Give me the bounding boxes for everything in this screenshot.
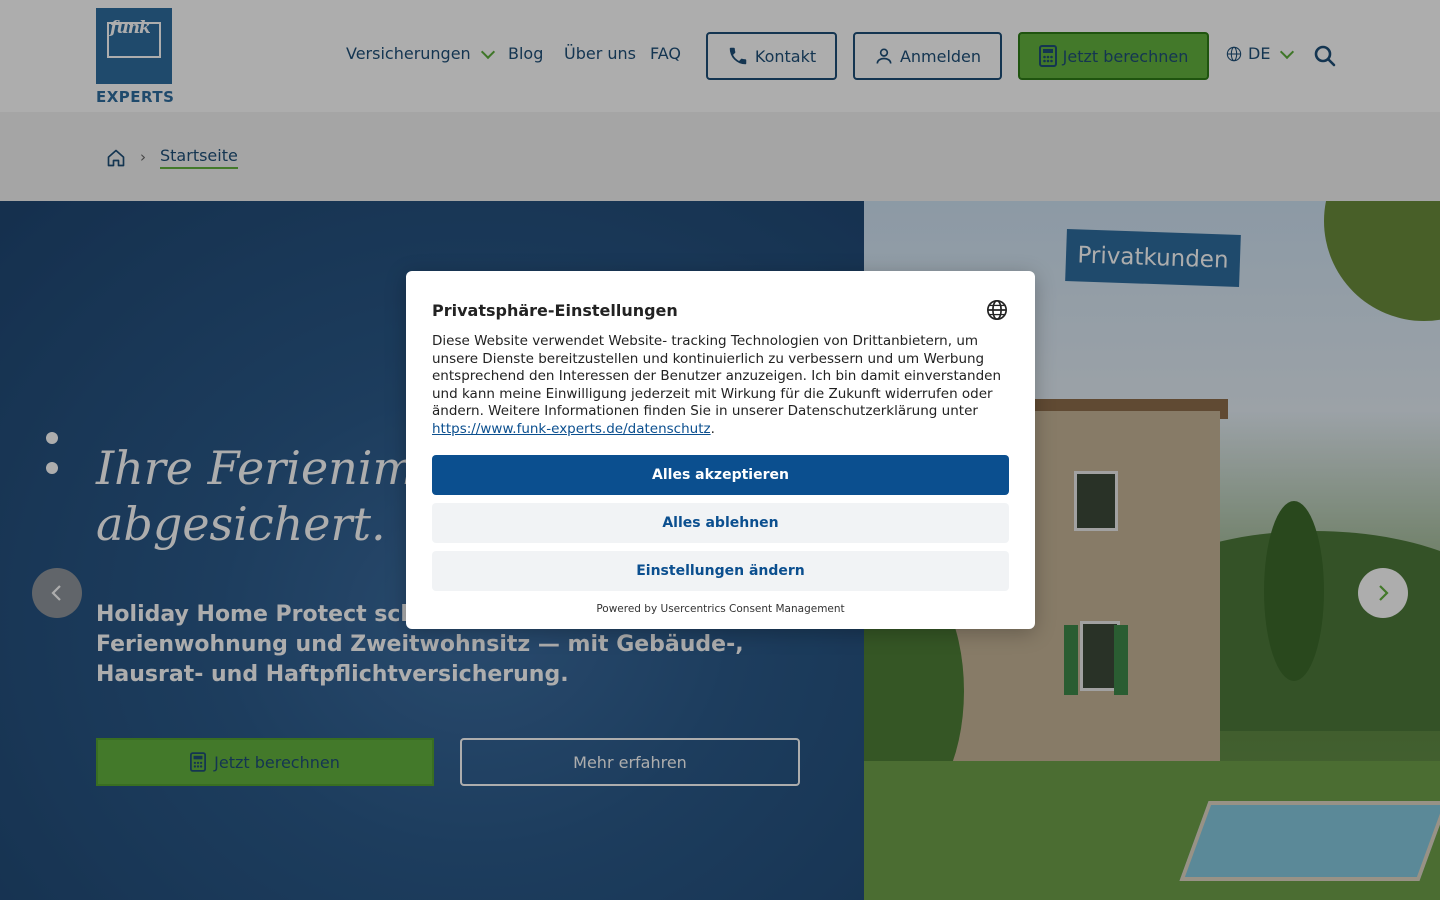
language-globe-button[interactable] [986, 299, 1008, 325]
privacy-policy-link[interactable]: https://www.funk-experts.de/datenschutz [432, 421, 711, 437]
consent-text: Diese Website verwendet Website- trackin… [432, 333, 1001, 437]
globe-icon [987, 300, 1007, 320]
consent-title: Privatsphäre-Einstellungen [432, 301, 678, 320]
powered-by-text: Powered by Usercentrics Consent Manageme… [596, 603, 845, 615]
consent-dialog: Privatsphäre-Einstellungen Diese Website… [406, 271, 1035, 629]
change-settings-button[interactable]: Einstellungen ändern [432, 551, 1009, 591]
accept-all-button[interactable]: Alles akzeptieren [432, 455, 1009, 495]
deny-all-button[interactable]: Alles ablehnen [432, 503, 1009, 543]
